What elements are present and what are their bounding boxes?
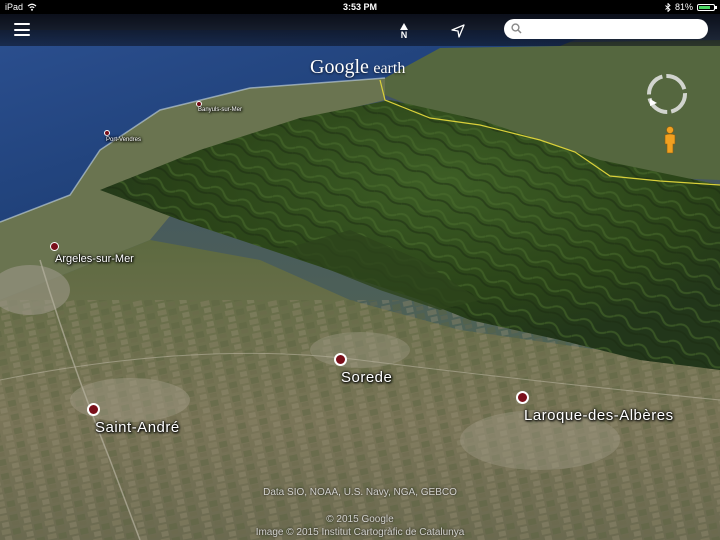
place-label: Banyuls-sur-Mer <box>198 107 243 113</box>
place-label: Sorede <box>341 369 393 386</box>
attribution-data: Data SIO, NOAA, U.S. Navy, NGA, GEBCO <box>263 487 457 498</box>
status-bar: iPad 3:53 PM 81% <box>0 0 720 14</box>
location-arrow-icon[interactable] <box>450 23 466 39</box>
search-icon <box>511 23 522 34</box>
pegman-icon[interactable] <box>662 126 678 154</box>
battery-icon <box>697 3 717 11</box>
google-earth-logo: Google earth <box>310 56 406 78</box>
attribution-copyright: © 2015 Google <box>326 514 394 525</box>
toolbar: N <box>0 14 720 46</box>
place-label: Laroque-des-Albères <box>524 407 674 424</box>
north-arrow-icon <box>400 23 408 30</box>
place-dot <box>87 403 100 416</box>
bluetooth-icon <box>665 2 671 12</box>
place-label: Argeles-sur-Mer <box>55 253 134 265</box>
satellite-terrain-view[interactable] <box>0 0 720 540</box>
search-field[interactable] <box>504 19 708 39</box>
clock: 3:53 PM <box>342 2 377 12</box>
north-label: N <box>400 30 408 40</box>
place-dot <box>104 130 110 136</box>
attribution-image: Image © 2015 Institut Cartogràfic de Cat… <box>255 527 465 538</box>
place-label: Saint-André <box>95 419 180 436</box>
place-dot <box>50 242 59 251</box>
hamburger-menu-icon[interactable] <box>14 23 30 36</box>
place-dot <box>516 391 529 404</box>
search-input[interactable] <box>526 19 700 39</box>
north-button[interactable]: N <box>396 23 412 43</box>
battery-percent: 81% <box>674 2 693 12</box>
place-dot <box>334 353 347 366</box>
compass-icon[interactable] <box>645 72 689 116</box>
place-label: Port-Vendres <box>106 137 142 143</box>
